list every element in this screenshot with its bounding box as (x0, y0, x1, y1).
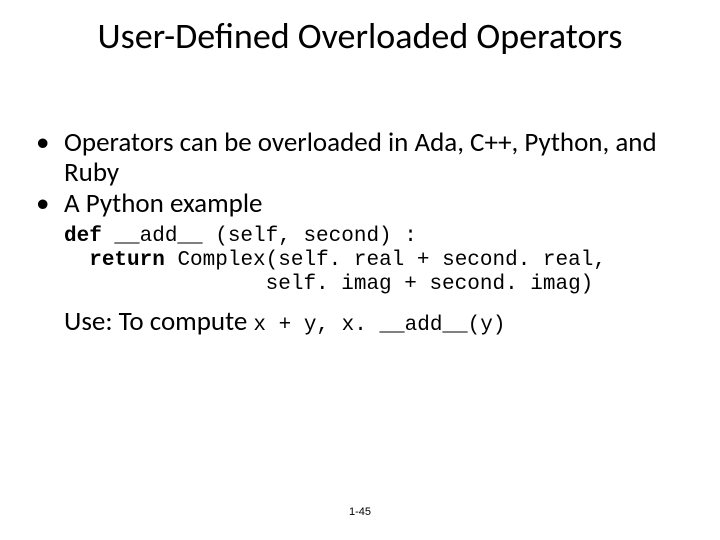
use-line: Use: To compute x + y, x. __add__(y) (64, 307, 684, 337)
bullet-text: A Python example (64, 187, 263, 220)
code-block: def __add__ (self, second) : return Comp… (64, 225, 684, 297)
slide: User-Defined Overloaded Operators Operat… (0, 0, 720, 540)
keyword-return: return (89, 249, 165, 272)
slide-number: 1-45 (0, 506, 720, 518)
use-label: Use: To compute (64, 305, 253, 338)
use-expression: x + y, x. __add__(y) (253, 314, 505, 337)
code-line: Complex(self. real + second. real, (165, 249, 606, 272)
bullet-text: Operators can be overloaded in Ada, C++,… (64, 126, 657, 189)
bullet-item: Operators can be overloaded in Ada, C++,… (36, 128, 684, 187)
slide-body: Operators can be overloaded in Ada, C++,… (36, 128, 684, 338)
slide-title: User-Defined Overloaded Operators (0, 14, 720, 58)
code-signature: __add__ (self, second) : (102, 225, 417, 248)
code-line: self. imag + second. imag) (64, 273, 593, 296)
keyword-def: def (64, 225, 102, 248)
bullet-item: A Python example (36, 189, 684, 219)
